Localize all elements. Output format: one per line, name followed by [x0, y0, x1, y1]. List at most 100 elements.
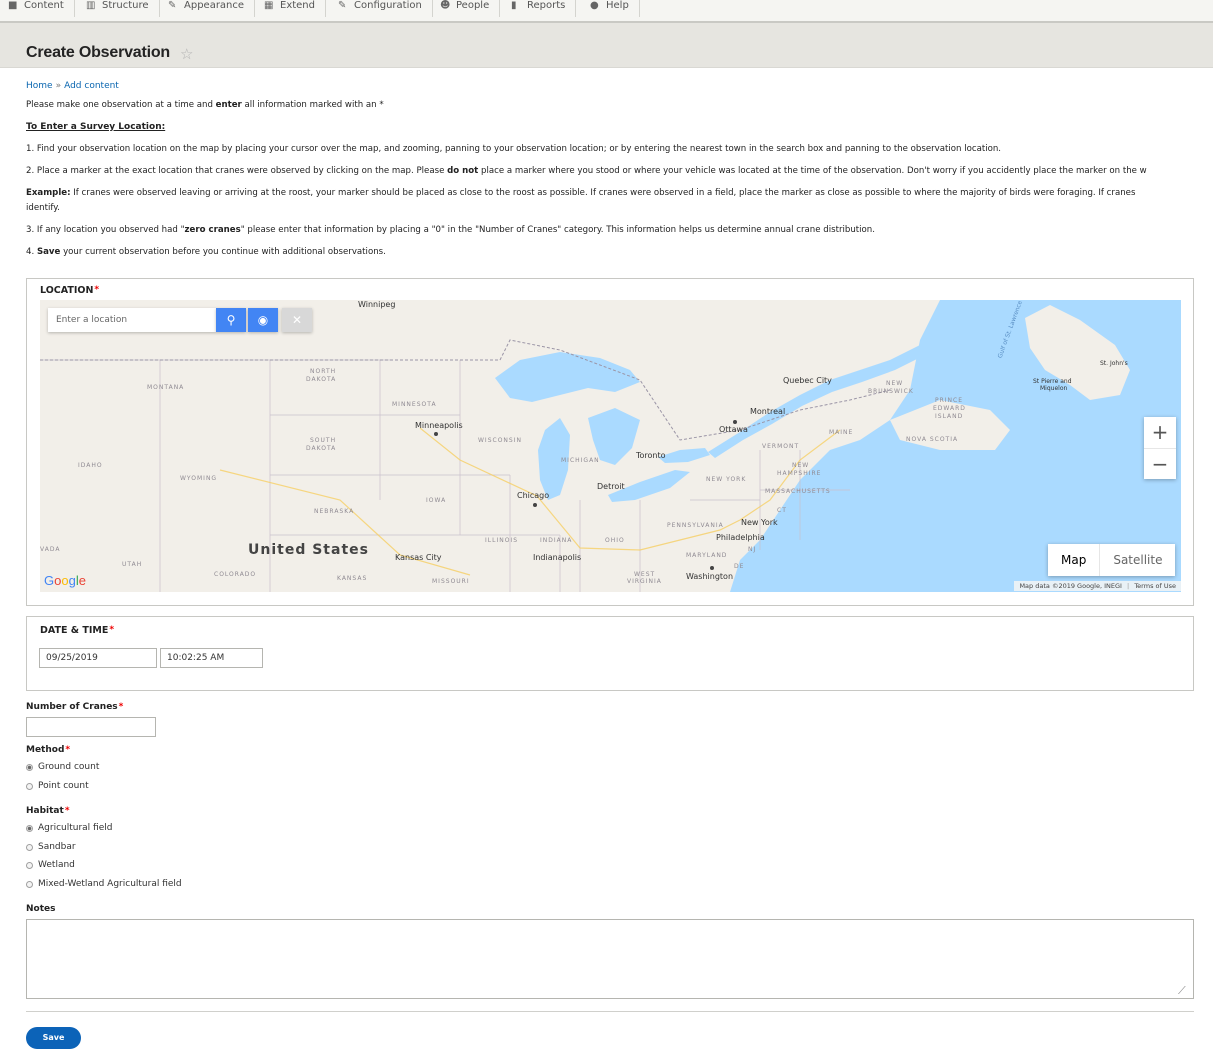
toolbar-item-extend[interactable]: ▦ Extend — [256, 0, 326, 17]
time-input[interactable] — [160, 648, 263, 668]
intro-text: all information marked with an * — [241, 100, 384, 110]
instruction-example-cont: identify. — [26, 203, 60, 213]
map-label: St Pierre and — [1033, 378, 1072, 385]
resize-handle-icon[interactable]: ⟋ — [1178, 984, 1186, 998]
toolbar-item-reports[interactable]: ▮ Reports — [503, 0, 577, 17]
map-city-dot — [434, 432, 438, 436]
zoom-out-button[interactable]: − — [1144, 448, 1176, 479]
label-text: Habitat — [26, 806, 64, 816]
label-text: Number of Cranes — [26, 702, 118, 712]
required-marker: * — [65, 745, 71, 755]
toolbar-item-people[interactable]: ☻ People — [432, 0, 501, 17]
content-icon: ■ — [8, 0, 18, 11]
step-bold: zero cranes — [184, 225, 241, 235]
star-icon[interactable]: ☆ — [180, 45, 193, 63]
map-label: VERMONT — [762, 443, 800, 450]
map-label: Detroit — [597, 482, 625, 491]
map-label: ILLINOIS — [485, 537, 519, 544]
map-type-map-button[interactable]: Map — [1048, 544, 1099, 576]
breadcrumb-add-content-link[interactable]: Add content — [64, 81, 119, 91]
map-label: INDIANA — [540, 537, 573, 544]
toolbar-item-structure[interactable]: ▥ Structure — [78, 0, 160, 17]
help-icon: ● — [590, 0, 599, 11]
step-text: place a marker where you stood or where … — [478, 166, 1147, 176]
map-zoom-control: + − — [1144, 417, 1176, 479]
step-text: 4. — [26, 247, 37, 257]
instruction-step-3: 3. If any location you observed had "zer… — [26, 225, 875, 235]
habitat-radio-sandbar[interactable]: Sandbar — [26, 842, 76, 852]
map-canvas — [40, 300, 1181, 592]
page-title: Create Observation — [26, 44, 171, 61]
people-icon: ☻ — [440, 0, 451, 11]
radio-label: Wetland — [38, 860, 75, 870]
notes-textarea[interactable] — [26, 919, 1194, 999]
instruction-step-2: 2. Place a marker at the exact location … — [26, 166, 1147, 176]
radio-button[interactable] — [26, 861, 33, 869]
page-header: Create Observation ☆ — [0, 23, 1213, 68]
appearance-icon: ✎ — [168, 0, 177, 11]
map-label: NOVA SCOTIA — [906, 436, 959, 443]
toolbar-item-appearance[interactable]: ✎ Appearance — [160, 0, 256, 17]
radio-button[interactable] — [26, 880, 33, 888]
admin-toolbar: ■ Content ▥ Structure ✎ Appearance ▦ Extend … — [0, 0, 1213, 23]
map-label: Winnipeg — [358, 300, 396, 309]
method-radio-ground-count[interactable]: Ground count — [26, 762, 99, 772]
intro-line: Please make one observation at a time an… — [26, 100, 384, 110]
map-label: Philadelphia — [716, 533, 765, 542]
map-label: NEBRASKA — [314, 508, 355, 515]
map-label: Toronto — [636, 451, 666, 460]
map-city-dot — [710, 566, 714, 570]
habitat-radio-wetland[interactable]: Wetland — [26, 860, 75, 870]
map-label: KANSAS — [337, 575, 368, 582]
map-attribution: Map data ©2019 Google, INEGI | Terms of … — [1014, 581, 1181, 591]
map-label: EDWARD — [933, 405, 966, 412]
map-label: MARYLAND — [686, 552, 728, 559]
legend-text: DATE & TIME — [40, 625, 109, 636]
radio-button[interactable] — [26, 782, 33, 790]
map-label: Miquelon — [1040, 385, 1068, 392]
map-type-satellite-button[interactable]: Satellite — [1099, 544, 1175, 576]
map-label: Ottawa — [719, 425, 748, 434]
map-label: Washington — [686, 572, 734, 581]
toolbar-item-configuration[interactable]: ✎ Configuration — [330, 0, 433, 17]
map-search-input[interactable] — [48, 308, 216, 332]
map-label: VADA — [40, 546, 61, 553]
map-search-button[interactable]: ⚲ — [216, 308, 246, 332]
map-label: NORTH — [310, 368, 337, 375]
method-radio-point-count[interactable]: Point count — [26, 781, 89, 791]
clear-icon: ✕ — [291, 313, 303, 327]
save-button[interactable]: Save — [26, 1027, 81, 1049]
cranes-input[interactable] — [26, 717, 156, 737]
breadcrumb-home-link[interactable]: Home — [26, 81, 53, 91]
map-locate-button[interactable]: ◉ — [248, 308, 278, 332]
required-marker: * — [109, 625, 115, 635]
zoom-in-button[interactable]: + — [1144, 417, 1176, 447]
location-map[interactable]: ⚲ ◉ ✕ Winnipeg MONTANA NORTH DAKOTA MINN… — [40, 300, 1181, 592]
toolbar-item-content[interactable]: ■ Content — [0, 0, 75, 17]
habitat-radio-agricultural[interactable]: Agricultural field — [26, 823, 112, 833]
breadcrumb: Home» Add content — [26, 81, 119, 91]
map-label: IOWA — [426, 497, 447, 504]
habitat-radio-mixed[interactable]: Mixed-Wetland Agricultural field — [26, 879, 182, 889]
terms-of-use-link[interactable]: Terms of Use — [1134, 582, 1176, 590]
toolbar-item-help[interactable]: ● Help — [582, 0, 640, 17]
breadcrumb-separator: » — [55, 81, 62, 91]
habitat-label: Habitat* — [26, 806, 70, 816]
map-label: ISLAND — [935, 413, 964, 420]
example-bold: Example: — [26, 188, 71, 198]
form-divider — [26, 1011, 1194, 1012]
map-label: PENNSYLVANIA — [667, 522, 724, 529]
instruction-example: Example: If cranes were observed leaving… — [26, 188, 1135, 198]
radio-button[interactable] — [26, 843, 33, 851]
map-label: VIRGINIA — [627, 578, 662, 585]
map-label: Quebec City — [783, 376, 832, 385]
extend-icon: ▦ — [264, 0, 274, 11]
map-label: NEW YORK — [706, 476, 747, 483]
radio-button[interactable] — [26, 763, 33, 771]
date-input[interactable] — [39, 648, 157, 668]
map-label: WEST — [634, 571, 656, 578]
map-clear-button[interactable]: ✕ — [282, 308, 312, 332]
map-label: HAMPSHIRE — [777, 470, 822, 477]
radio-button[interactable] — [26, 824, 33, 832]
map-label: MISSOURI — [432, 578, 470, 585]
